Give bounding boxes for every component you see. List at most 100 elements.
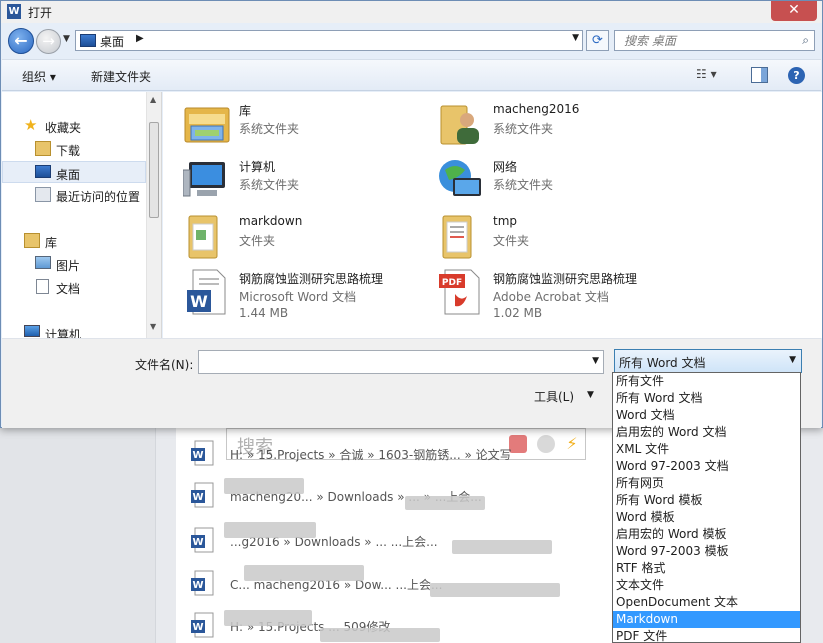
filename-input[interactable] (199, 351, 579, 373)
word-doc-icon: W (187, 269, 226, 315)
filetype-option[interactable]: 所有网页 (613, 475, 800, 492)
word-doc-icon: W (191, 482, 214, 508)
recent-places-icon (35, 187, 51, 202)
desktop-icon (80, 34, 96, 47)
window-title: 打开 (28, 6, 53, 20)
blurred-region (452, 540, 552, 554)
address-dropdown-icon[interactable]: ▼ (572, 33, 579, 43)
library-icon (184, 107, 230, 143)
filetype-option[interactable]: Word 文档 (613, 407, 800, 424)
filetype-option[interactable]: PDF 文件 (613, 628, 800, 642)
title-bar[interactable]: W 打开 ✕ (1, 1, 822, 23)
desktop-icon (35, 165, 51, 178)
word-doc-icon: W (191, 570, 214, 596)
filetype-option[interactable]: Word 模板 (613, 509, 800, 526)
nav-recent-places[interactable]: 最近访问的位置 (2, 184, 146, 206)
file-item-computer[interactable]: 计算机 系统文件夹 (183, 156, 423, 206)
file-item-libraries[interactable]: 库 系统文件夹 (183, 100, 423, 150)
close-button[interactable]: ✕ (771, 1, 817, 21)
search-input[interactable] (615, 31, 791, 50)
blurred-region (224, 522, 316, 538)
word-app-icon: W (7, 4, 21, 19)
file-item-markdown-folder[interactable]: markdown 文件夹 (183, 212, 423, 262)
filetype-option[interactable]: 启用宏的 Word 模板 (613, 526, 800, 543)
filetype-option[interactable]: 文本文件 (613, 577, 800, 594)
organize-button[interactable]: 组织 ▾ (22, 68, 56, 85)
nav-libraries[interactable]: 库 (2, 230, 146, 252)
file-item-user-folder[interactable]: macheng2016 系统文件夹 (437, 100, 677, 150)
svg-text:W: W (192, 492, 203, 503)
star-icon: ★ (24, 116, 38, 134)
user-folder-icon (440, 105, 479, 145)
file-list-pane: 库 系统文件夹 macheng2016 系统文件夹 计算机 系统文件夹 网络 系… (163, 92, 822, 338)
chevron-down-icon[interactable]: ▼ (592, 356, 599, 366)
computer-icon (24, 325, 40, 337)
folder-icon (188, 215, 218, 259)
folder-icon (442, 215, 472, 259)
nav-scrollbar[interactable]: ▲ ▼ (146, 92, 161, 338)
network-icon (439, 160, 481, 196)
breadcrumb-chevron-icon[interactable]: ▶ (136, 33, 144, 44)
address-location[interactable]: 桌面 (100, 33, 124, 50)
filename-label: 文件名(N): (135, 358, 194, 372)
computer-icon (183, 162, 225, 197)
svg-text:W: W (192, 580, 203, 591)
word-doc-icon: W (191, 440, 214, 466)
download-folder-icon (35, 141, 51, 156)
nav-favorites[interactable]: ★ 收藏夹 (2, 115, 146, 137)
nav-downloads[interactable]: 下载 (2, 138, 146, 160)
file-item-tmp-folder[interactable]: tmp 文件夹 (437, 212, 677, 262)
search-icon[interactable]: ⌕ (802, 33, 809, 48)
filetype-option[interactable]: Word 97-2003 文档 (613, 458, 800, 475)
filetype-option[interactable]: OpenDocument 文本 (613, 594, 800, 611)
nav-desktop[interactable]: 桌面 (2, 161, 146, 183)
word-doc-icon: W (191, 612, 214, 638)
command-toolbar: 组织 ▾ 新建文件夹 ☷ ▾ ? (2, 59, 821, 91)
pdf-doc-icon: PDF (439, 269, 480, 315)
filetype-select[interactable]: 所有 Word 文档 ▼ (614, 349, 802, 373)
preview-pane-button[interactable] (751, 67, 768, 83)
navigation-pane: ★ 收藏夹 下载 桌面 最近访问的位置 库 图片 文档 计算机 ▲ ▼ (2, 92, 162, 338)
filetype-option[interactable]: 所有 Word 文档 (613, 390, 800, 407)
open-file-dialog: W 打开 ✕ ← → ▼ 桌面 ▶ ▼ ⟳ ⌕ 组织 ▾ 新建文件夹 ☷ ▾ ?… (0, 0, 823, 428)
filetype-option[interactable]: Markdown (613, 611, 800, 628)
filetype-option[interactable]: Word 97-2003 模板 (613, 543, 800, 560)
scroll-down-arrow-icon[interactable]: ▼ (150, 322, 156, 331)
scroll-thumb[interactable] (149, 122, 159, 218)
file-item-word-document[interactable]: W 钢筋腐蚀监测研究思路梳理 Microsoft Word 文档 1.44 MB (183, 268, 423, 320)
new-folder-button[interactable]: 新建文件夹 (91, 68, 151, 85)
filetype-option[interactable]: 启用宏的 Word 文档 (613, 424, 800, 441)
scroll-up-arrow-icon[interactable]: ▲ (150, 95, 156, 104)
nav-documents[interactable]: 文档 (2, 276, 146, 298)
documents-icon (36, 279, 49, 294)
background-list-item: W H: » 15.Projects » 合诚 » 1603-钢筋锈... » … (190, 440, 610, 466)
nav-pictures[interactable]: 图片 (2, 253, 146, 275)
recent-locations-dropdown[interactable]: ▼ (63, 34, 73, 46)
change-view-button[interactable]: ☷ ▾ (696, 67, 730, 85)
chevron-down-icon[interactable]: ▼ (789, 355, 796, 365)
search-box[interactable]: ⌕ (614, 30, 815, 51)
address-bar[interactable]: 桌面 ▶ ▼ (75, 30, 583, 51)
file-item-network[interactable]: 网络 系统文件夹 (437, 156, 677, 206)
blurred-region (430, 583, 560, 597)
blurred-region (320, 628, 440, 642)
filetype-option[interactable]: RTF 格式 (613, 560, 800, 577)
filename-combobox[interactable]: ▼ (198, 350, 604, 374)
library-icon (24, 233, 40, 248)
refresh-button[interactable]: ⟳ (586, 30, 609, 51)
back-button[interactable]: ← (8, 28, 34, 54)
svg-text:W: W (192, 450, 203, 461)
filetype-option[interactable]: 所有 Word 模板 (613, 492, 800, 509)
help-button[interactable]: ? (788, 67, 805, 84)
filetype-option[interactable]: XML 文件 (613, 441, 800, 458)
filetype-option[interactable]: 所有文件 (613, 373, 800, 390)
nav-computer[interactable]: 计算机 (2, 322, 146, 338)
blurred-region (224, 478, 304, 494)
svg-text:W: W (190, 292, 208, 311)
svg-text:W: W (192, 537, 203, 548)
file-item-pdf-document[interactable]: PDF 钢筋腐蚀监测研究思路梳理 Adobe Acrobat 文档 1.02 M… (437, 268, 677, 320)
tools-dropdown-icon[interactable]: ▼ (587, 390, 594, 400)
forward-button[interactable]: → (36, 29, 61, 54)
filetype-dropdown-list: 所有文件 所有 Word 文档 Word 文档 启用宏的 Word 文档 XML 文件 W… (612, 372, 801, 643)
tools-button[interactable]: 工具(L) (534, 388, 574, 405)
